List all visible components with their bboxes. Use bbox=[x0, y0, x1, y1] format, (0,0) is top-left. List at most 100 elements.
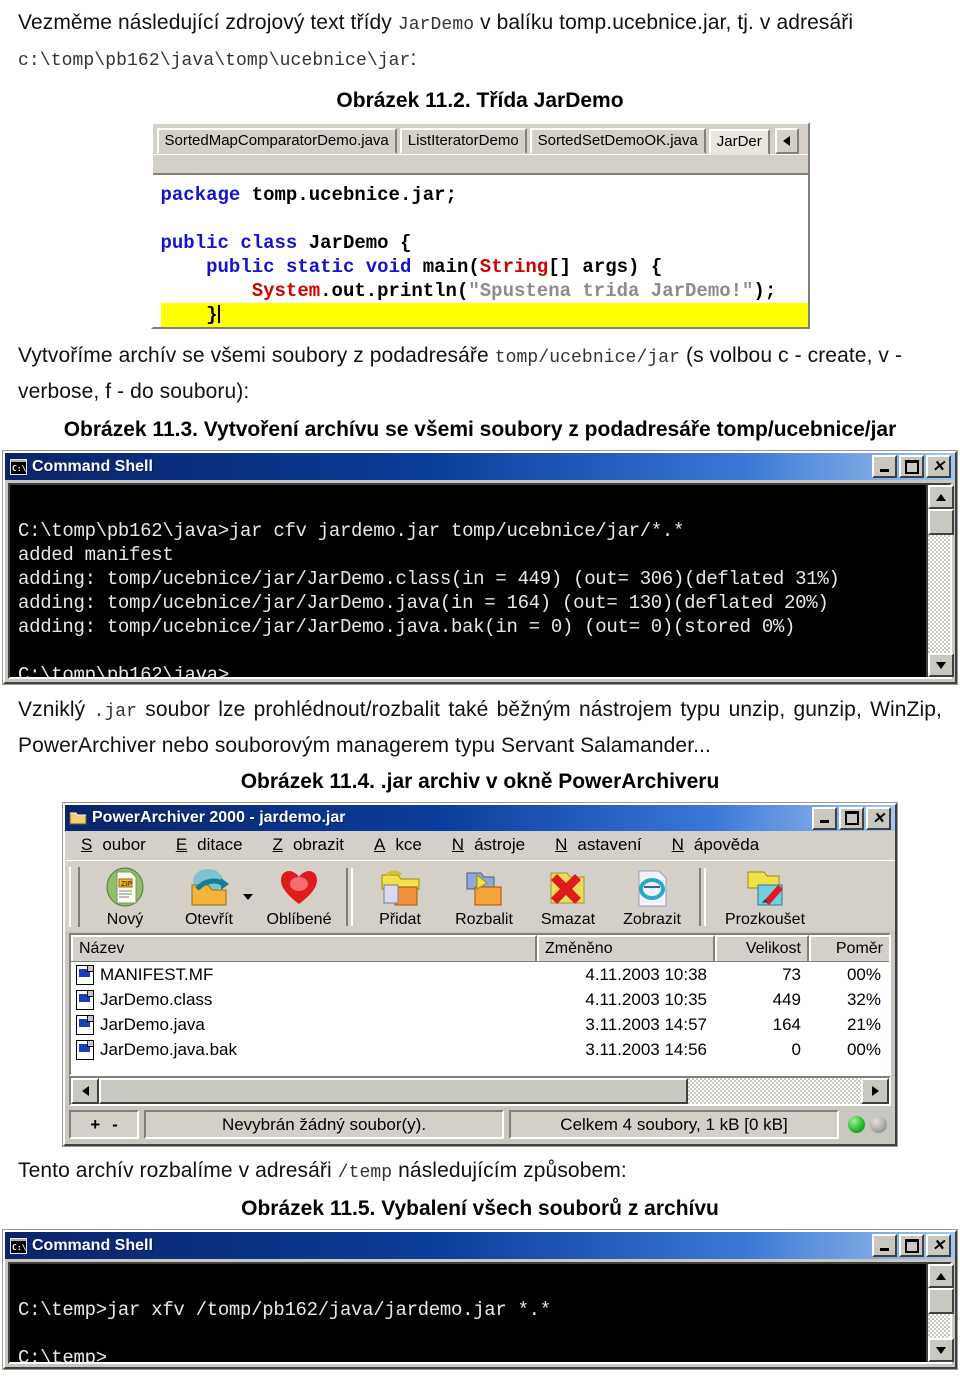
status-add-remove-buttons[interactable]: + - bbox=[69, 1110, 139, 1139]
ide-tab-1[interactable]: ListIteratorDemo bbox=[399, 128, 527, 154]
code-println-close: ); bbox=[753, 280, 777, 302]
file-modified-cell: 4.11.2003 10:38 bbox=[585, 964, 707, 984]
toolbar-button-rozbalit[interactable]: Rozbalit bbox=[442, 865, 526, 929]
shell1-title-bar[interactable]: C:\ Command Shell ✕ bbox=[5, 453, 955, 480]
shell1-vertical-scrollbar[interactable] bbox=[926, 485, 954, 677]
scroll-right-button[interactable] bbox=[861, 1078, 889, 1104]
file-ratio-cell: 00% bbox=[846, 964, 881, 984]
shell2-vertical-scrollbar[interactable] bbox=[926, 1264, 954, 1362]
column-header-nazev[interactable]: Název bbox=[71, 935, 537, 961]
file-size-cell: 73 bbox=[782, 964, 801, 984]
scroll-thumb[interactable] bbox=[928, 509, 954, 535]
file-name-cell[interactable]: JarDemo.class bbox=[71, 989, 537, 1010]
maximize-button[interactable] bbox=[899, 455, 924, 478]
shell2-title-bar[interactable]: C:\ Command Shell ✕ bbox=[5, 1232, 955, 1259]
menu-item-nastroje[interactable]: Nástroje bbox=[442, 834, 545, 856]
toolbar-separator-2 bbox=[699, 868, 706, 926]
menu-label-editace: ditace bbox=[197, 835, 243, 854]
create-archive-paragraph: Vytvoříme archív se všemi soubory z poda… bbox=[0, 339, 960, 409]
menu-accel-s: S bbox=[81, 835, 93, 854]
close-button[interactable]: ✕ bbox=[926, 1234, 951, 1257]
menu-item-soubor[interactable]: Soubor bbox=[71, 834, 166, 856]
toolbar-button-otevrit[interactable]: Otevřít bbox=[167, 865, 251, 929]
shell1-client-area: C:\tomp\pb162\java>jar cfv jardemo.jar t… bbox=[5, 480, 955, 682]
minimize-button[interactable] bbox=[872, 1234, 897, 1257]
menu-accel-e: E bbox=[175, 835, 188, 854]
file-name-cell[interactable]: JarDemo.java.bak bbox=[71, 1039, 537, 1060]
ide-tab-0[interactable]: SortedMapComparatorDemo.java bbox=[156, 128, 397, 154]
minimize-button[interactable] bbox=[812, 806, 837, 830]
triangle-down-icon bbox=[936, 1346, 946, 1354]
scroll-up-button[interactable] bbox=[928, 485, 954, 509]
shell2-window-controls[interactable]: ✕ bbox=[872, 1234, 953, 1257]
code-string-literal: "Spustena trida JarDemo!" bbox=[468, 280, 754, 302]
table-row[interactable]: JarDemo.java 3.11.2003 14:57 164 21% bbox=[71, 1012, 889, 1037]
status-minus-button[interactable]: - bbox=[112, 1115, 118, 1135]
toolbar-button-prozkouset[interactable]: Prozkoušet bbox=[711, 865, 819, 929]
pa-menu-bar[interactable]: Soubor Editace Zobrazit Akce Nástroje Na… bbox=[65, 831, 895, 860]
intro-text-before: Vezměme následující zdrojový text třídy bbox=[18, 11, 398, 34]
shell1-window-controls[interactable]: ✕ bbox=[872, 455, 953, 478]
close-button[interactable]: ✕ bbox=[926, 455, 951, 478]
figure-caption-11-3: Obrázek 11.3. Vytvoření archívu se všemi… bbox=[63, 418, 897, 441]
ide-tab-1-label: ListIteratorDemo bbox=[407, 132, 519, 149]
create-code-subdir: tomp/ucebnice/jar bbox=[494, 348, 681, 368]
toolbar-button-novy[interactable]: ZIP Nový bbox=[83, 865, 167, 929]
pa-horizontal-scrollbar[interactable] bbox=[69, 1076, 891, 1106]
file-list-header[interactable]: Název Změněno Velikost Poměr bbox=[71, 935, 889, 962]
pa-file-list[interactable]: Název Změněno Velikost Poměr MANIFEST.MF… bbox=[69, 933, 891, 1076]
pa-window-controls[interactable]: ✕ bbox=[812, 806, 893, 830]
shell1-console-output[interactable]: C:\tomp\pb162\java>jar cfv jardemo.jar t… bbox=[10, 485, 926, 677]
menu-accel-n1: N bbox=[451, 835, 465, 854]
maximize-button[interactable] bbox=[899, 1234, 924, 1257]
maximize-button[interactable] bbox=[839, 806, 864, 830]
status-led-gray-icon bbox=[870, 1116, 887, 1133]
pa-toolbar[interactable]: ZIP Nový Otevřít Oblíbené Přidat Rozbali… bbox=[65, 860, 895, 931]
table-row[interactable]: MANIFEST.MF 4.11.2003 10:38 73 00% bbox=[71, 962, 889, 987]
table-row[interactable]: JarDemo.java.bak 3.11.2003 14:56 0 00% bbox=[71, 1037, 889, 1062]
triangle-up-icon bbox=[936, 1272, 946, 1280]
hscroll-track[interactable] bbox=[688, 1078, 861, 1104]
file-modified-cell: 4.11.2003 10:35 bbox=[585, 989, 707, 1009]
toolbar-grip[interactable] bbox=[69, 867, 80, 927]
ide-tab-bar[interactable]: SortedMapComparatorDemo.java ListIterato… bbox=[153, 124, 808, 155]
document-page: Vezměme následující zdrojový text třídy … bbox=[0, 0, 960, 1381]
menu-item-nastaveni[interactable]: Nastavení bbox=[545, 834, 662, 856]
menu-item-napoveda[interactable]: Nápověda bbox=[662, 834, 780, 856]
intro-text-mid: v balíku tomp.ucebnice.jar, tj. v adresá… bbox=[474, 11, 854, 34]
toolbar-button-oblibene[interactable]: Oblíbené bbox=[257, 865, 341, 929]
menu-item-zobrazit[interactable]: Zobrazit bbox=[263, 834, 364, 856]
chevron-down-icon[interactable] bbox=[243, 894, 253, 900]
hscroll-thumb[interactable] bbox=[99, 1078, 688, 1104]
ide-code-area[interactable]: package tomp.ucebnice.jar; public class … bbox=[152, 177, 808, 327]
file-name-cell[interactable]: MANIFEST.MF bbox=[71, 964, 537, 985]
ide-tab-3[interactable]: JarDer bbox=[708, 129, 770, 155]
toolbar-button-pridat[interactable]: Přidat bbox=[358, 865, 442, 929]
minimize-icon bbox=[880, 1247, 889, 1251]
ide-tab-2[interactable]: SortedSetDemoOK.java bbox=[529, 128, 706, 154]
scroll-left-button[interactable] bbox=[71, 1078, 99, 1104]
tab-scroll-left-button[interactable] bbox=[774, 128, 799, 154]
status-plus-button[interactable]: + bbox=[90, 1115, 100, 1135]
toolbar-button-zobrazit[interactable]: Zobrazit bbox=[610, 865, 694, 929]
pa-title-bar[interactable]: PowerArchiver 2000 - jardemo.jar ✕ bbox=[65, 805, 895, 831]
scroll-down-button[interactable] bbox=[928, 1338, 954, 1362]
close-button[interactable]: ✕ bbox=[866, 806, 891, 830]
menu-item-akce[interactable]: Akce bbox=[364, 834, 442, 856]
toolbar-button-smazat[interactable]: Smazat bbox=[526, 865, 610, 929]
scroll-up-button[interactable] bbox=[928, 1264, 954, 1288]
minimize-button[interactable] bbox=[872, 455, 897, 478]
scroll-thumb[interactable] bbox=[928, 1288, 954, 1314]
scroll-down-button[interactable] bbox=[928, 653, 954, 677]
column-header-velikost[interactable]: Velikost bbox=[715, 935, 809, 961]
code-kw-public-class: public bbox=[160, 232, 229, 254]
view-icon bbox=[631, 867, 673, 909]
tools-paragraph: Vzniklý .jar soubor lze prohlédnout/rozb… bbox=[0, 693, 960, 763]
column-header-zmeneno[interactable]: Změněno bbox=[537, 935, 715, 961]
menu-item-editace[interactable]: Editace bbox=[166, 834, 263, 856]
file-name-cell[interactable]: JarDemo.java bbox=[71, 1014, 537, 1035]
column-header-pomer[interactable]: Poměr bbox=[809, 935, 889, 961]
code-main-open: main( bbox=[411, 256, 480, 278]
table-row[interactable]: JarDemo.class 4.11.2003 10:35 449 32% bbox=[71, 987, 889, 1012]
shell2-console-output[interactable]: C:\temp>jar xfv /tomp/pb162/java/jardemo… bbox=[10, 1264, 926, 1362]
